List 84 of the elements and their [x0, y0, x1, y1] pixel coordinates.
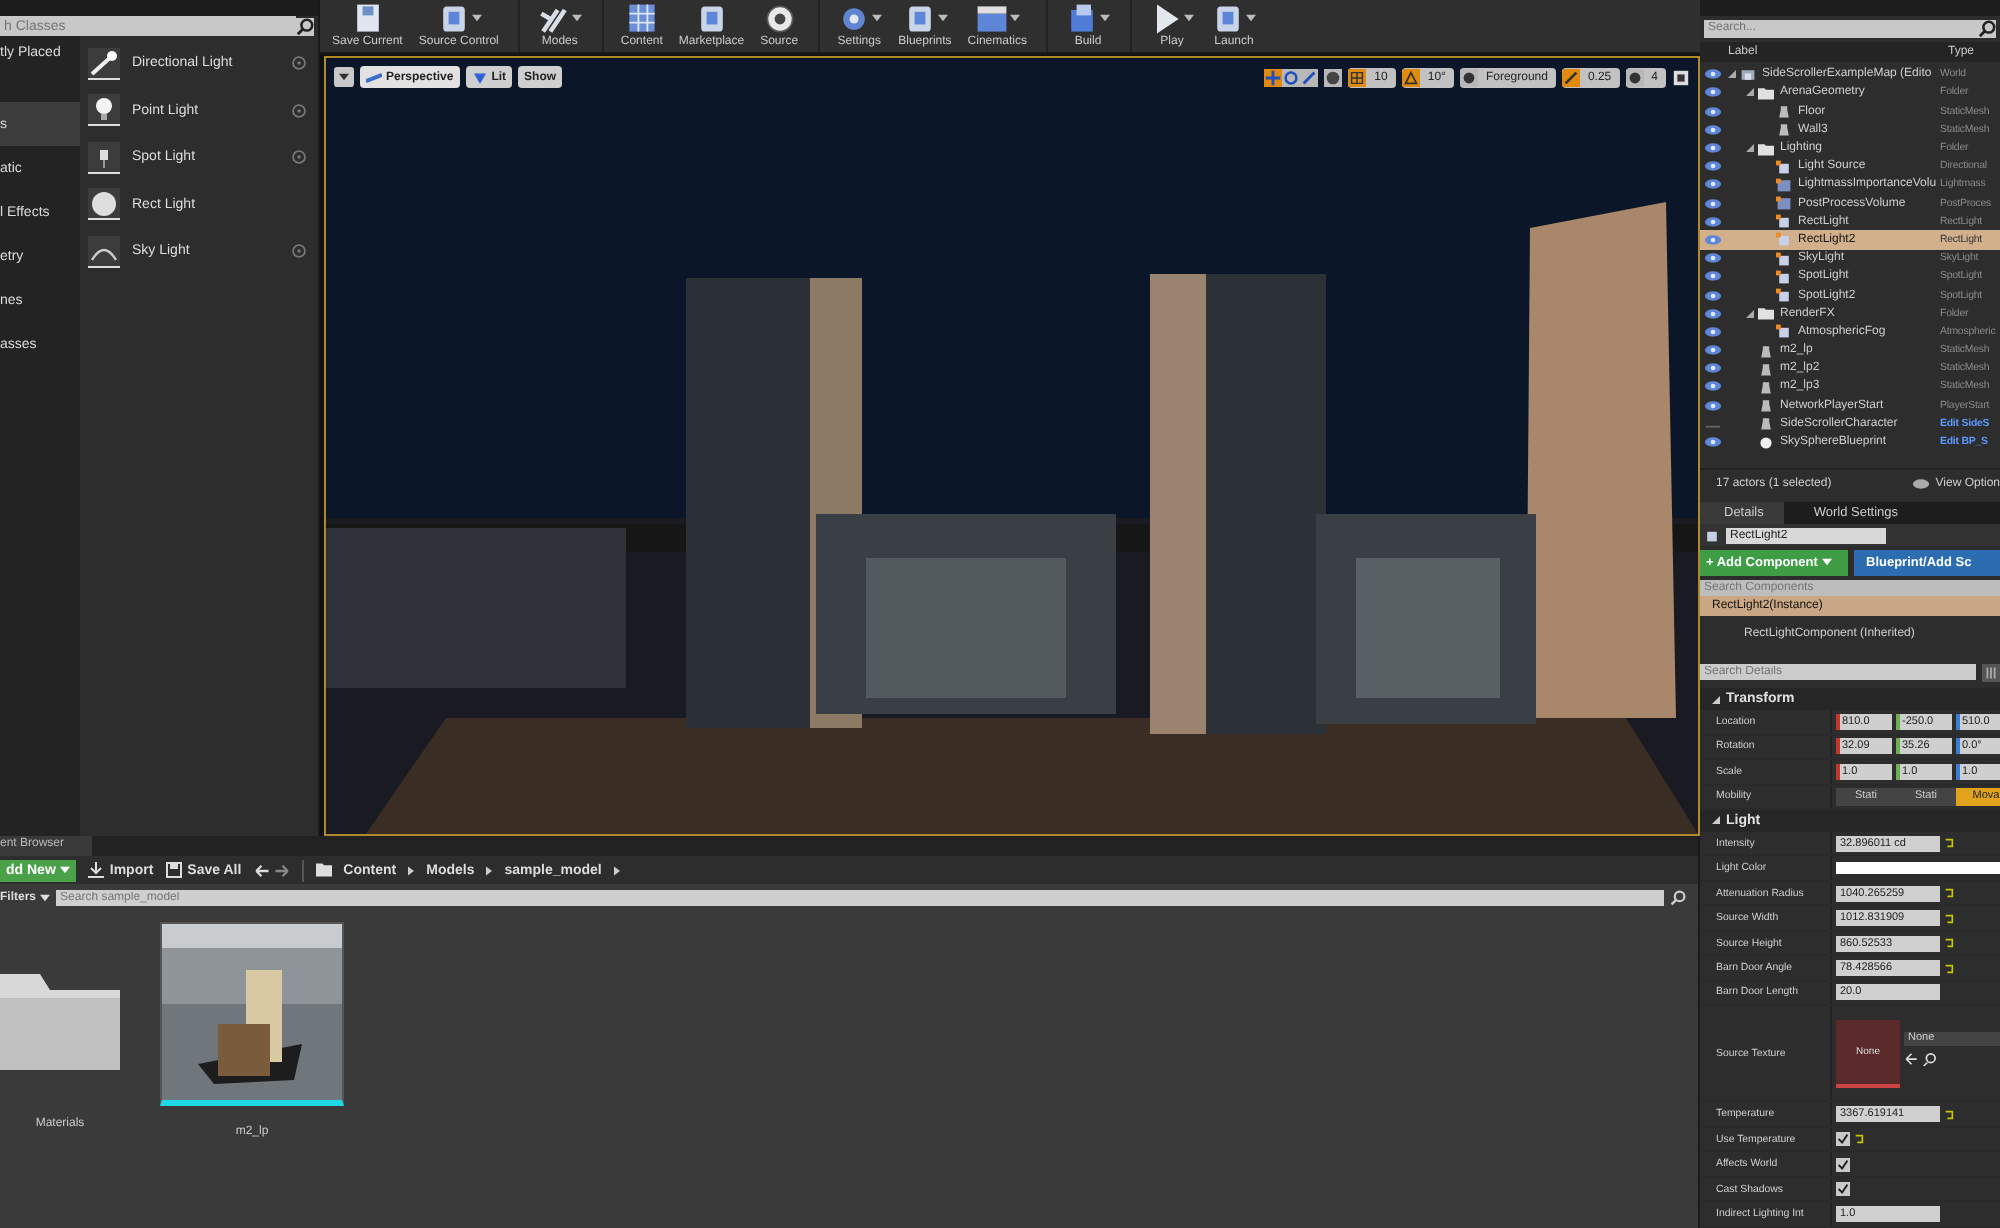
light-icon — [1704, 528, 1720, 543]
eye-icon — [1911, 477, 1930, 489]
grid-icon — [623, 2, 660, 36]
help-icon[interactable] — [292, 244, 306, 259]
actor-icon — [1776, 196, 1792, 211]
eye-icon[interactable] — [1704, 307, 1722, 320]
download-icon — [87, 862, 104, 878]
caret-icon — [40, 893, 51, 901]
dome-icon[interactable] — [88, 235, 120, 268]
grid-icon[interactable] — [1348, 67, 1367, 87]
caret-icon[interactable] — [1246, 14, 1257, 22]
eye-icon[interactable] — [1704, 86, 1722, 99]
expander-icon[interactable] — [1746, 309, 1754, 318]
eye-icon[interactable] — [1704, 142, 1722, 155]
caret-icon[interactable] — [1010, 14, 1021, 22]
eye-icon[interactable] — [1704, 178, 1722, 191]
eye-icon[interactable] — [1704, 325, 1722, 338]
clapper-icon — [974, 2, 1011, 36]
history-arrows-icon[interactable] — [253, 863, 290, 877]
light-icon — [1776, 214, 1792, 229]
caret-icon[interactable] — [1184, 14, 1195, 22]
expander-icon[interactable] — [1728, 70, 1736, 79]
checkbox[interactable] — [1836, 1157, 1850, 1172]
expander-icon[interactable] — [1746, 88, 1754, 97]
folder-icon — [1758, 306, 1774, 321]
caret-icon[interactable] — [872, 14, 883, 22]
folder-icon — [315, 862, 332, 878]
checkbox[interactable] — [1836, 1132, 1850, 1147]
map-icon — [1740, 67, 1756, 82]
grid-icon[interactable] — [1982, 663, 2000, 682]
expander-icon[interactable] — [1746, 144, 1754, 153]
eye-icon[interactable] — [1704, 362, 1722, 375]
caret-icon[interactable] — [1100, 14, 1111, 22]
caret-icon[interactable] — [471, 14, 482, 22]
eye-icon[interactable] — [1704, 215, 1722, 228]
expander-icon[interactable] — [1712, 816, 1720, 825]
chevron-icon[interactable] — [613, 865, 620, 875]
eye-icon[interactable] — [1704, 270, 1722, 283]
chevron-icon[interactable] — [486, 865, 493, 875]
search-icon[interactable] — [1670, 889, 1686, 905]
search-icon[interactable] — [296, 17, 314, 35]
light-bulb-icon[interactable] — [88, 141, 120, 174]
eye-icon[interactable] — [1704, 123, 1722, 136]
eye-icon[interactable] — [1704, 380, 1722, 393]
cube-icon — [471, 71, 488, 83]
caret-icon[interactable] — [937, 14, 948, 22]
sphere-icon — [1758, 435, 1774, 450]
eye-icon[interactable] — [1704, 436, 1722, 449]
eye-icon[interactable] — [1704, 197, 1722, 210]
eye-icon[interactable] — [1704, 289, 1722, 302]
light-bulb-icon[interactable] — [88, 47, 120, 80]
help-icon[interactable] — [292, 103, 306, 118]
eye-icon[interactable] — [1704, 344, 1722, 357]
eye-icon[interactable] — [1704, 252, 1722, 265]
actor-icon — [1776, 177, 1792, 192]
caret-icon — [1821, 558, 1832, 567]
circle-icon — [761, 2, 798, 36]
light-icon — [1776, 288, 1792, 303]
checkbox[interactable] — [1836, 1182, 1850, 1197]
caret-icon[interactable] — [572, 14, 583, 22]
color-swatch[interactable] — [1836, 862, 2000, 875]
light-bulb-icon[interactable] — [88, 94, 120, 127]
light-icon — [1776, 269, 1792, 284]
eye-icon[interactable] — [1704, 68, 1722, 81]
light-icon — [1776, 251, 1792, 266]
light-icon — [1776, 232, 1792, 247]
light-icon — [1776, 324, 1792, 339]
browse-icons[interactable] — [1904, 1051, 1940, 1066]
eye-icon[interactable] — [1704, 105, 1722, 118]
save-icon — [165, 862, 182, 878]
eye-icon[interactable] — [1704, 399, 1722, 412]
search-icon[interactable] — [1978, 19, 1996, 38]
help-icon[interactable] — [292, 150, 306, 165]
help-icon[interactable] — [292, 56, 306, 71]
chevron-icon[interactable] — [408, 865, 415, 875]
sphere-icon[interactable] — [88, 188, 120, 221]
folder-icon — [1758, 141, 1774, 156]
caret-icon — [59, 866, 70, 874]
eye-icon[interactable] — [1704, 160, 1722, 173]
camera-icon — [366, 71, 382, 83]
expander-icon[interactable] — [1712, 695, 1720, 704]
menu-icon[interactable] — [334, 66, 354, 88]
light-icon — [1776, 159, 1792, 174]
folder-icon — [1758, 85, 1774, 100]
